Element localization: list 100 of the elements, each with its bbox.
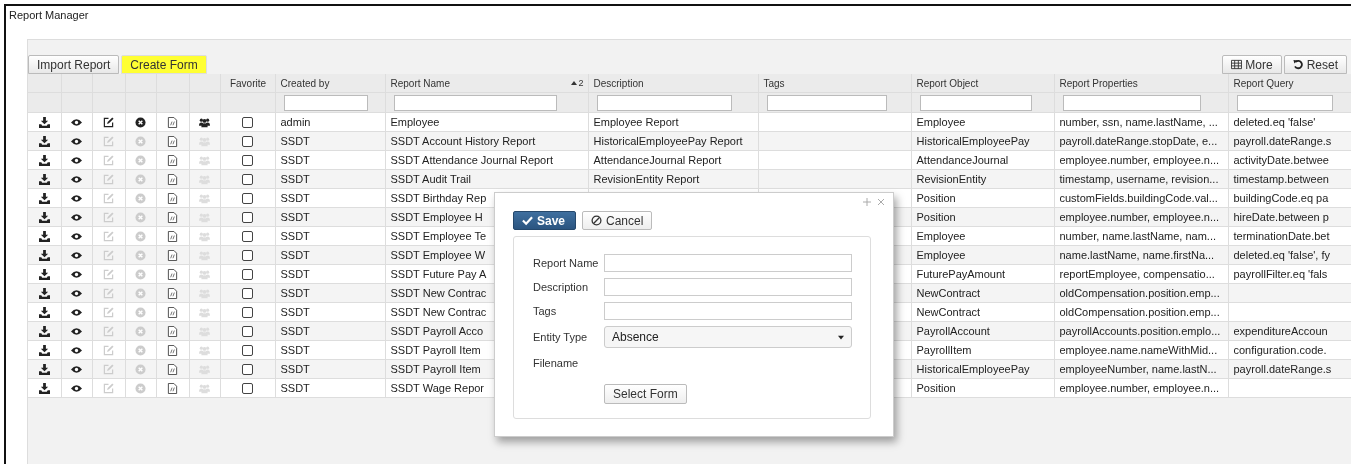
favorite-checkbox[interactable] [242,345,253,357]
eye-icon[interactable] [71,250,82,262]
favorite-checkbox[interactable] [242,383,253,395]
document-icon[interactable] [167,250,178,262]
download-icon[interactable] [38,326,50,338]
table-cell: SSDT [280,135,310,147]
remove-circle-icon[interactable] [135,117,146,129]
toolbar-button[interactable]: Import Report [28,55,120,74]
save-button[interactable]: Save [513,211,577,230]
input-field[interactable] [604,302,852,320]
table-cell: SSDT [280,306,310,318]
document-icon[interactable] [167,193,178,205]
favorite-checkbox[interactable] [242,269,253,281]
input-field[interactable] [604,254,852,272]
cancel-button[interactable]: Cancel [582,211,653,230]
eye-icon[interactable] [71,174,82,186]
select-form-button[interactable]: Select Form [604,384,687,404]
table-cell: NewContract [916,306,981,318]
download-icon[interactable] [38,250,50,262]
reset-button[interactable]: Reset [1283,55,1347,74]
ban-icon [591,215,603,226]
document-icon[interactable] [167,288,178,300]
download-icon[interactable] [38,231,50,243]
eye-icon[interactable] [71,193,82,205]
favorite-checkbox[interactable] [242,174,253,186]
download-icon[interactable] [38,212,50,224]
favorite-checkbox[interactable] [242,212,253,224]
column-header[interactable]: Report Name [390,77,450,89]
filter-field[interactable] [919,94,1032,111]
more-button[interactable]: More [1222,55,1282,74]
favorite-checkbox[interactable] [242,250,253,262]
download-icon[interactable] [38,307,50,319]
download-icon[interactable] [38,193,50,205]
filter-field[interactable] [283,94,368,111]
table-cell: payrollAccounts.position.emplo... [1059,325,1221,337]
favorite-checkbox[interactable] [242,288,253,300]
favorite-checkbox[interactable] [242,307,253,319]
column-header[interactable]: Tags [763,77,785,89]
document-icon[interactable] [167,117,178,129]
filter-field[interactable] [596,94,732,111]
table-cell: SSDT New Contrac [390,287,487,299]
favorite-checkbox[interactable] [242,364,253,376]
download-icon[interactable] [38,136,50,148]
eye-icon[interactable] [71,155,82,167]
document-icon[interactable] [167,326,178,338]
favorite-checkbox[interactable] [242,231,253,243]
eye-icon[interactable] [71,288,82,300]
table-cell: timestamp, username, revision... [1059,173,1219,185]
table-cell: payrollFilter.eq 'fals [1233,268,1328,280]
download-icon[interactable] [38,364,50,376]
eye-icon[interactable] [71,136,82,148]
favorite-checkbox[interactable] [242,155,253,167]
eye-icon[interactable] [71,383,82,395]
eye-icon[interactable] [71,326,82,338]
toolbar-button[interactable]: Create Form [121,55,207,74]
document-icon[interactable] [167,212,178,224]
column-header[interactable]: Description [593,77,644,89]
table-cell: employee.number, employee.n... [1059,154,1220,166]
document-icon[interactable] [167,155,178,167]
filter-field[interactable] [393,94,557,111]
document-icon[interactable] [167,231,178,243]
document-icon[interactable] [167,345,178,357]
document-icon[interactable] [167,307,178,319]
filter-field[interactable] [1062,94,1202,111]
favorite-checkbox[interactable] [242,136,253,148]
document-icon[interactable] [167,364,178,376]
favorite-checkbox[interactable] [242,326,253,338]
download-icon[interactable] [38,155,50,167]
table-cell: payroll.dateRange.stopDate, e... [1059,135,1218,147]
input-field[interactable] [604,278,852,296]
table-cell: SSDT Payroll Item [390,363,481,375]
document-icon[interactable] [167,174,178,186]
edit-icon[interactable] [103,117,114,129]
table-cell: SSDT [280,211,310,223]
entity-type-dropdown[interactable]: Absence [604,326,852,348]
filter-field[interactable] [1236,94,1333,111]
download-icon[interactable] [38,174,50,186]
document-icon[interactable] [167,269,178,281]
table-cell: timestamp.between [1233,173,1329,185]
download-icon[interactable] [38,383,50,395]
eye-icon[interactable] [71,117,82,129]
eye-icon[interactable] [71,269,82,281]
download-icon[interactable] [38,345,50,357]
eye-icon[interactable] [71,231,82,243]
eye-icon[interactable] [71,345,82,357]
download-icon[interactable] [38,269,50,281]
favorite-checkbox[interactable] [242,117,253,129]
document-icon[interactable] [167,383,178,395]
field-label: Filename [533,357,580,369]
document-icon[interactable] [167,136,178,148]
filter-field[interactable] [766,94,888,111]
table-cell: Employee [916,249,966,261]
users-icon[interactable] [199,117,210,129]
download-icon[interactable] [38,117,50,129]
eye-icon[interactable] [71,364,82,376]
eye-icon[interactable] [71,307,82,319]
eye-icon[interactable] [71,212,82,224]
table-cell: buildingCode.eq pa [1233,192,1329,204]
download-icon[interactable] [38,288,50,300]
favorite-checkbox[interactable] [242,193,253,205]
